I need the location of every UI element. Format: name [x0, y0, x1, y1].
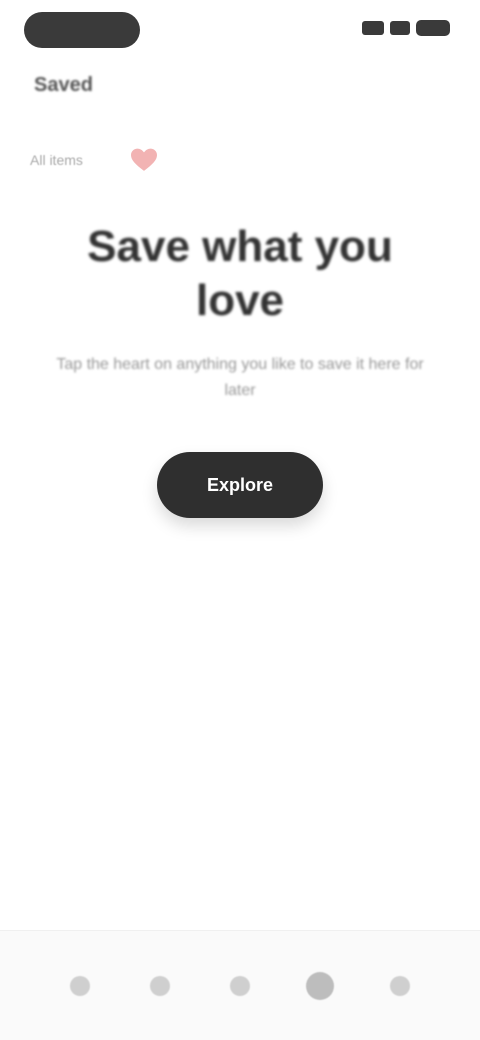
empty-state-subtitle: Tap the heart on anything you like to sa… [56, 356, 424, 399]
saved-icon [306, 971, 334, 1000]
empty-state-title: Save what you love [87, 222, 393, 325]
profile-icon [390, 975, 410, 996]
explore-button[interactable]: Explore [157, 452, 323, 518]
nav-profile[interactable] [378, 964, 422, 1008]
wifi-icon [390, 21, 410, 35]
signal-icon [362, 21, 384, 35]
tab-saved[interactable] [109, 138, 179, 182]
status-icons [362, 20, 450, 36]
status-pill [24, 12, 140, 48]
tab-bar: All items [30, 138, 450, 182]
search-icon [150, 975, 170, 996]
home-icon [70, 975, 90, 996]
heart-icon [130, 148, 157, 172]
empty-state: Save what you love Tap the heart on anyt… [40, 220, 440, 518]
nav-home[interactable] [58, 964, 102, 1008]
bottom-nav [0, 930, 480, 1040]
battery-icon [416, 20, 450, 36]
tab-all-items[interactable]: All items [30, 152, 83, 168]
status-bar [0, 0, 480, 60]
page-title: Saved [34, 74, 93, 96]
nav-search[interactable] [138, 964, 182, 1008]
nav-saved[interactable] [298, 964, 342, 1008]
page-header: Saved [34, 74, 93, 97]
add-icon [230, 975, 250, 996]
app-screen: Saved All items Save what you love Tap t… [0, 0, 480, 1040]
nav-add[interactable] [218, 964, 262, 1008]
